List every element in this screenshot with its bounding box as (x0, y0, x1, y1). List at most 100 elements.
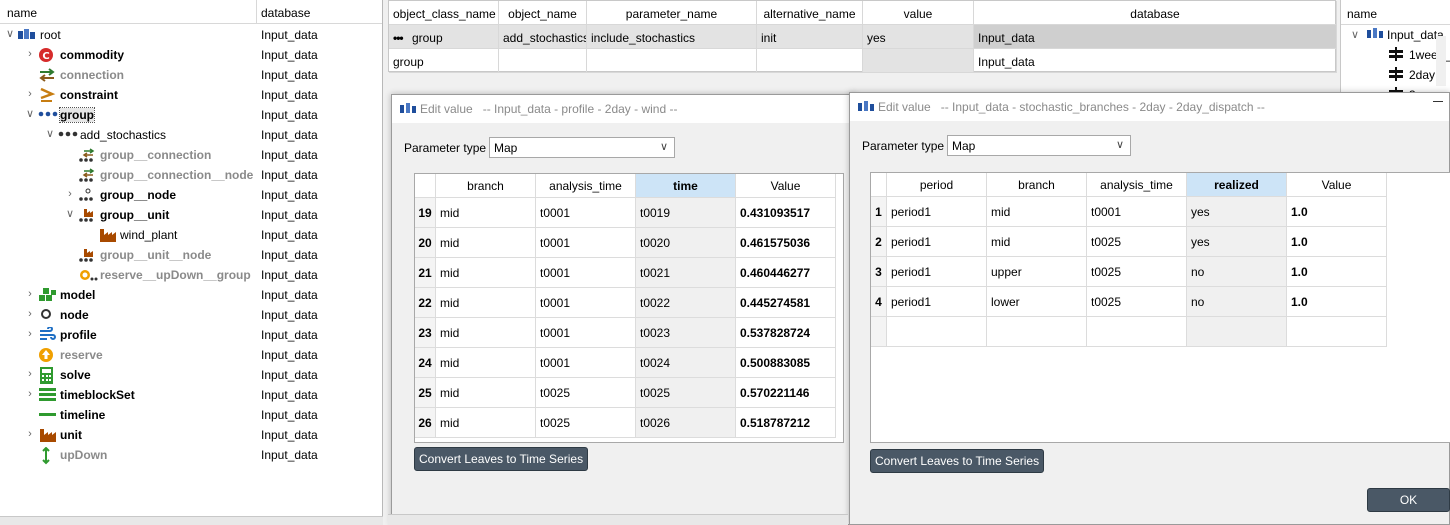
table-cell[interactable]: mid (987, 197, 1087, 227)
chevron-right-icon[interactable]: › (25, 48, 35, 60)
chevron-right-icon[interactable]: › (25, 428, 35, 440)
tree-item-group-node[interactable]: › group__node Input_data (0, 185, 382, 205)
column-header[interactable]: period (887, 173, 987, 197)
bottom-tab-bar[interactable] (388, 514, 848, 525)
table-cell[interactable]: 1.0 (1287, 287, 1387, 317)
table-cell[interactable]: t0025 (1087, 287, 1187, 317)
table-cell[interactable]: t0025 (536, 408, 636, 438)
chevron-right-icon[interactable]: › (25, 328, 35, 340)
row-number[interactable]: 4 (871, 287, 887, 317)
table-cell[interactable]: t0019 (636, 198, 736, 228)
table-cell[interactable]: t0001 (536, 198, 636, 228)
table-cell[interactable]: t0001 (536, 288, 636, 318)
table-cell[interactable] (757, 49, 863, 73)
table-cell[interactable]: period1 (887, 257, 987, 287)
table-cell[interactable]: include_stochastics (587, 25, 757, 49)
table-cell[interactable] (1287, 317, 1387, 347)
table-cell[interactable]: 1.0 (1287, 257, 1387, 287)
right-tree-item[interactable]: 2day (1409, 68, 1435, 82)
table-cell[interactable]: mid (436, 378, 536, 408)
table-cell[interactable]: t0001 (536, 258, 636, 288)
parameter-type-select[interactable]: Map ∨ (489, 137, 675, 158)
table-cell[interactable]: 1.0 (1287, 227, 1387, 257)
convert-leaves-button[interactable]: Convert Leaves to Time Series (870, 449, 1045, 473)
chevron-down-icon[interactable]: ∨ (45, 128, 55, 140)
table-cell[interactable]: t0001 (536, 318, 636, 348)
column-header[interactable]: Value (736, 174, 836, 198)
column-header[interactable]: analysis_time (536, 174, 636, 198)
table-cell[interactable]: t0025 (636, 378, 736, 408)
right-tree-scrollbar[interactable] (1436, 36, 1446, 86)
row-number[interactable]: 26 (415, 408, 436, 438)
tree-item-updown[interactable]: upDown Input_data (0, 445, 382, 465)
table-cell[interactable]: 0.431093517 (736, 198, 836, 228)
tree-item-reserve[interactable]: reserve Input_data (0, 345, 382, 365)
tree-item-profile[interactable]: › profile Input_data (0, 325, 382, 345)
dialog-title-bar[interactable]: Edit value -- Input_data - stochastic_br… (850, 93, 1449, 121)
column-header[interactable]: object_class_name (389, 1, 499, 25)
tree-scrollbar[interactable] (0, 516, 383, 525)
column-header[interactable]: branch (987, 173, 1087, 197)
tree-item-timeblockset[interactable]: › timeblockSet Input_data (0, 385, 382, 405)
tree-header-database[interactable]: database (261, 6, 310, 20)
column-header[interactable]: branch (436, 174, 536, 198)
tree-item-root[interactable]: ∨ root Input_data (0, 25, 382, 45)
table-cell[interactable]: init (757, 25, 863, 49)
table-cell[interactable] (987, 317, 1087, 347)
table-cell[interactable]: 0.460446277 (736, 258, 836, 288)
column-header[interactable]: object_name (499, 1, 587, 25)
tree-item-add-stochastics[interactable]: ∨ add_stochastics Input_data (0, 125, 382, 145)
table-cell[interactable]: mid (436, 408, 536, 438)
table-cell[interactable]: mid (436, 318, 536, 348)
corner-header[interactable] (871, 173, 887, 197)
table-cell[interactable]: mid (436, 228, 536, 258)
tree-item-commodity[interactable]: › Ccommodity Input_data (0, 45, 382, 65)
tree-item-group[interactable]: ∨ group Input_data (0, 105, 382, 125)
chevron-right-icon[interactable]: › (25, 388, 35, 400)
table-cell[interactable]: t0025 (1087, 257, 1187, 287)
table-cell[interactable] (1187, 317, 1287, 347)
tree-item-constraint[interactable]: › constraint Input_data (0, 85, 382, 105)
table-cell[interactable]: yes (1187, 227, 1287, 257)
tree-header-name[interactable]: name (7, 6, 37, 20)
table-cell[interactable]: t0022 (636, 288, 736, 318)
chevron-down-icon[interactable]: ∨ (25, 108, 35, 120)
table-cell[interactable]: mid (436, 258, 536, 288)
row-number[interactable]: 2 (871, 227, 887, 257)
tree-item-group-unit-node[interactable]: group__unit__node Input_data (0, 245, 382, 265)
table-cell[interactable] (499, 49, 587, 73)
table-cell[interactable]: no (1187, 257, 1287, 287)
table-cell[interactable]: t0001 (536, 228, 636, 258)
column-header[interactable]: Value (1287, 173, 1387, 197)
tree-item-model[interactable]: › model Input_data (0, 285, 382, 305)
column-header[interactable]: realized (1187, 173, 1287, 197)
row-number[interactable]: 23 (415, 318, 436, 348)
table-cell[interactable]: yes (1187, 197, 1287, 227)
table-cell[interactable]: 1.0 (1287, 197, 1387, 227)
table-cell[interactable]: t0024 (636, 348, 736, 378)
parameter-type-select[interactable]: Map ∨ (947, 135, 1131, 156)
row-number[interactable]: 1 (871, 197, 887, 227)
chevron-down-icon[interactable]: ∨ (1351, 28, 1359, 41)
chevron-right-icon[interactable]: › (25, 88, 35, 100)
table-cell[interactable]: mid (987, 227, 1087, 257)
column-header[interactable]: parameter_name (587, 1, 757, 25)
table-cell[interactable]: t0021 (636, 258, 736, 288)
tree-item-node[interactable]: › node Input_data (0, 305, 382, 325)
table-cell[interactable]: t0001 (536, 348, 636, 378)
table-cell[interactable]: Input_data (974, 25, 1337, 49)
table-cell[interactable] (587, 49, 757, 73)
table-cell[interactable]: mid (436, 288, 536, 318)
table-cell[interactable]: no (1187, 287, 1287, 317)
column-header[interactable]: value (863, 1, 974, 25)
table-cell[interactable]: 0.537828724 (736, 318, 836, 348)
row-number[interactable]: 3 (871, 257, 887, 287)
row-number[interactable] (871, 317, 887, 347)
table-cell[interactable]: period1 (887, 287, 987, 317)
table-cell[interactable]: group (389, 49, 499, 73)
table-cell[interactable]: yes (863, 25, 974, 49)
tree-item-group-connection[interactable]: group__connection Input_data (0, 145, 382, 165)
row-number[interactable]: 20 (415, 228, 436, 258)
ok-button[interactable]: OK (1367, 488, 1450, 512)
table-cell[interactable]: mid (436, 348, 536, 378)
